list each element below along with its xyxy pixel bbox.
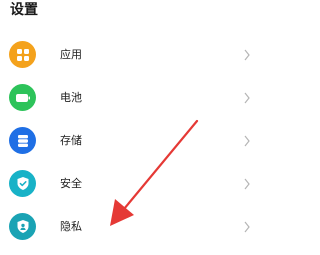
settings-item-apps[interactable]: 应用 (0, 33, 276, 76)
apps-grid-icon (9, 41, 36, 68)
settings-page: 设置 应用 电池 存储 安全 隐私 (0, 0, 276, 255)
settings-item-label: 应用 (60, 47, 82, 61)
battery-icon (9, 84, 36, 111)
security-shield-icon (9, 170, 36, 197)
settings-item-storage[interactable]: 存储 (0, 119, 276, 162)
chevron-right-icon (244, 92, 250, 103)
storage-icon (9, 127, 36, 154)
settings-item-label: 存储 (60, 133, 82, 147)
chevron-right-icon (244, 49, 250, 60)
page-title: 设置 (10, 2, 38, 18)
chevron-right-icon (244, 135, 250, 146)
settings-item-label: 电池 (60, 90, 82, 104)
settings-item-security[interactable]: 安全 (0, 162, 276, 205)
settings-item-battery[interactable]: 电池 (0, 76, 276, 119)
chevron-right-icon (244, 221, 250, 232)
privacy-shield-icon (9, 213, 36, 240)
chevron-right-icon (244, 178, 250, 189)
settings-item-label: 隐私 (60, 219, 82, 233)
settings-item-label: 安全 (60, 176, 82, 190)
settings-list: 应用 电池 存储 安全 隐私 (0, 33, 276, 248)
settings-item-privacy[interactable]: 隐私 (0, 205, 276, 248)
